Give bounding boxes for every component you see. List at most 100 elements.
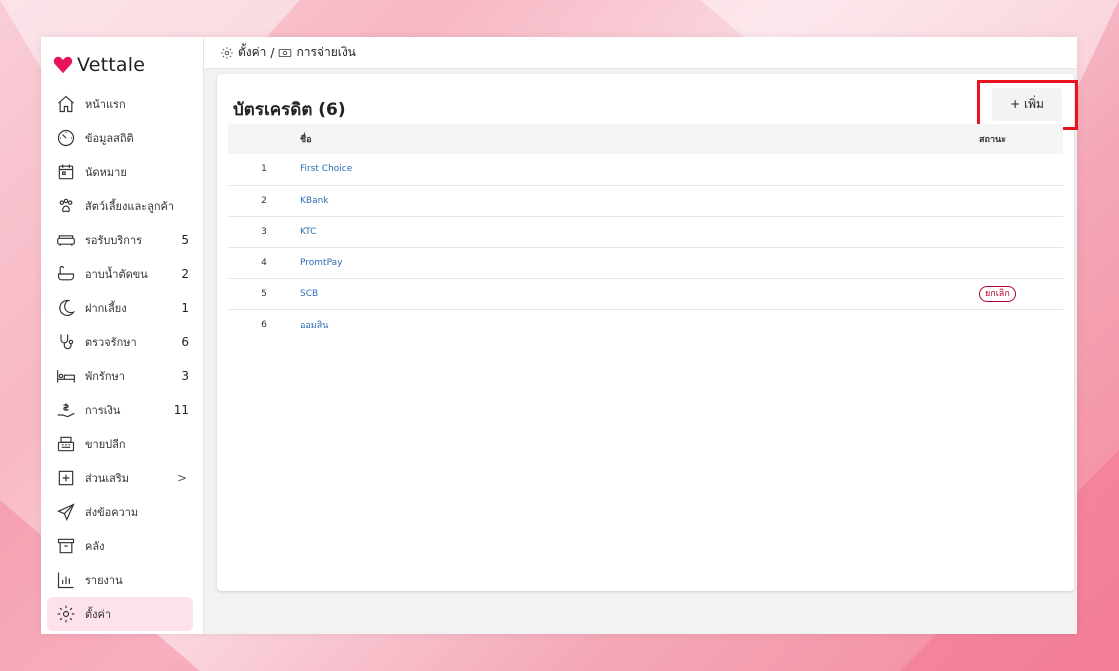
sidebar-item-label: ฝากเลี้ยง bbox=[85, 302, 127, 315]
credit-card-table: ชื่อ สถานะ 1 First Choice 2 KBank 3 KTC 4 Promt… bbox=[228, 124, 1063, 340]
moon-icon bbox=[55, 297, 77, 319]
sidebar-item-plus-square[interactable]: ส่วนเสริม > bbox=[41, 461, 203, 495]
sidebar-item-label: ตั้งค่า bbox=[85, 608, 112, 621]
sidebar-item-label: สัตว์เลี้ยงและลูกค้า bbox=[85, 200, 175, 213]
sidebar-item-count: 3 bbox=[181, 369, 189, 383]
app-name: Vettale bbox=[77, 54, 146, 76]
sidebar-item-money-hand[interactable]: การเงิน 11 bbox=[41, 393, 203, 427]
status-badge: ยกเลิก bbox=[979, 285, 1016, 302]
row-name-link[interactable]: PromtPay bbox=[300, 247, 979, 278]
paper-plane-icon bbox=[55, 501, 77, 523]
sidebar-item-label: รอรับบริการ bbox=[85, 234, 143, 247]
sidebar-item-label: นัดหมาย bbox=[85, 166, 127, 179]
cash-register-icon bbox=[55, 433, 77, 455]
paw-icon bbox=[55, 195, 77, 217]
sidebar-item-count: 5 bbox=[181, 233, 189, 247]
column-header-name: ชื่อ bbox=[300, 135, 312, 145]
sidebar-item-sofa[interactable]: รอรับบริการ 5 bbox=[41, 223, 203, 257]
page-title: บัตรเครดิต (6) bbox=[233, 100, 346, 120]
credit-card-panel: บัตรเครดิต (6) + เพิ่ม ชื่อ สถานะ 1 First… bbox=[217, 74, 1078, 591]
row-status bbox=[979, 216, 1063, 247]
row-status bbox=[979, 247, 1063, 278]
gear-icon bbox=[55, 603, 77, 625]
row-status bbox=[979, 154, 1063, 185]
main-content: ตั้งค่า / การจ่ายเงิน บัตรเครดิต (6) + เ… bbox=[204, 37, 1078, 634]
row-name-link[interactable]: KBank bbox=[300, 185, 979, 216]
row-index: 5 bbox=[261, 288, 267, 299]
breadcrumb-separator: / bbox=[270, 45, 275, 60]
archive-box-icon bbox=[55, 535, 77, 557]
sidebar-item-label: ตรวจรักษา bbox=[85, 336, 137, 349]
dashboard-gauge-icon bbox=[55, 127, 77, 149]
breadcrumb-settings[interactable]: ตั้งค่า bbox=[238, 43, 266, 62]
breadcrumb: ตั้งค่า / การจ่ายเงิน bbox=[204, 37, 1077, 69]
sidebar-item-bar-chart[interactable]: รายงาน bbox=[41, 563, 203, 597]
bathtub-icon bbox=[55, 263, 77, 285]
row-name-link[interactable]: SCB bbox=[300, 278, 979, 309]
row-name-link[interactable]: KTC bbox=[300, 216, 979, 247]
sidebar-item-cash-register[interactable]: ขายปลีก bbox=[41, 427, 203, 461]
sidebar-item-calendar[interactable]: นัดหมาย bbox=[41, 155, 203, 189]
sidebar-item-label: ขายปลีก bbox=[85, 438, 126, 451]
money-hand-icon bbox=[55, 399, 77, 421]
row-status bbox=[979, 185, 1063, 216]
column-header-index bbox=[228, 124, 300, 154]
logo[interactable]: Vettale bbox=[41, 37, 203, 87]
gear-icon bbox=[221, 46, 233, 59]
sofa-icon bbox=[55, 229, 77, 251]
sidebar-item-stethoscope[interactable]: ตรวจรักษา 6 bbox=[41, 325, 203, 359]
table-row[interactable]: 1 First Choice bbox=[228, 154, 1063, 185]
sidebar-item-paper-plane[interactable]: ส่งข้อความ bbox=[41, 495, 203, 529]
sidebar-nav: หน้าแรกข้อมูลสถิตินัดหมายสัตว์เลี้ยงและล… bbox=[41, 87, 203, 631]
sidebar-item-bed[interactable]: พักรักษา 3 bbox=[41, 359, 203, 393]
calendar-icon bbox=[55, 161, 77, 183]
row-name-link[interactable]: First Choice bbox=[300, 154, 979, 185]
sidebar-item-label: ส่งข้อความ bbox=[85, 506, 139, 519]
sidebar-item-archive-box[interactable]: คลัง bbox=[41, 529, 203, 563]
sidebar-item-label: รายงาน bbox=[85, 574, 123, 587]
table-row[interactable]: 3 KTC bbox=[228, 216, 1063, 247]
row-status bbox=[979, 309, 1063, 340]
sidebar-item-count: 1 bbox=[181, 301, 189, 315]
sidebar-item-label: ข้อมูลสถิติ bbox=[85, 132, 134, 145]
row-index: 2 bbox=[261, 195, 267, 206]
sidebar: Vettale หน้าแรกข้อมูลสถิตินัดหมายสัตว์เล… bbox=[41, 37, 204, 634]
sidebar-item-bathtub[interactable]: อาบน้ำตัดขน 2 bbox=[41, 257, 203, 291]
bar-chart-icon bbox=[55, 569, 77, 591]
sidebar-item-label: ส่วนเสริม bbox=[85, 472, 130, 485]
banknote-icon bbox=[279, 48, 292, 57]
row-index: 4 bbox=[261, 257, 267, 268]
sidebar-item-label: คลัง bbox=[85, 540, 105, 553]
table-row[interactable]: 4 PromtPay bbox=[228, 247, 1063, 278]
table-header-row: ชื่อ สถานะ bbox=[228, 124, 1063, 154]
table-row[interactable]: 2 KBank bbox=[228, 185, 1063, 216]
row-index: 3 bbox=[261, 226, 267, 237]
sidebar-item-count: 11 bbox=[173, 403, 189, 417]
breadcrumb-payment: การจ่ายเงิน bbox=[296, 45, 356, 59]
sidebar-item-gear[interactable]: ตั้งค่า bbox=[47, 597, 193, 631]
column-header-status: สถานะ bbox=[979, 135, 1006, 145]
sidebar-item-home[interactable]: หน้าแรก bbox=[41, 87, 203, 121]
table-row[interactable]: 5 SCB ยกเลิก bbox=[228, 278, 1063, 309]
sidebar-item-dashboard-gauge[interactable]: ข้อมูลสถิติ bbox=[41, 121, 203, 155]
app-window: Vettale หน้าแรกข้อมูลสถิตินัดหมายสัตว์เล… bbox=[41, 37, 1078, 634]
bed-icon bbox=[55, 365, 77, 387]
row-index: 1 bbox=[261, 164, 267, 175]
plus-square-icon bbox=[55, 467, 77, 489]
sidebar-item-paw[interactable]: สัตว์เลี้ยงและลูกค้า bbox=[41, 189, 203, 223]
chevron-right-icon: > bbox=[176, 471, 187, 485]
row-name-link[interactable]: ออมสิน bbox=[300, 309, 979, 340]
sidebar-item-label: หน้าแรก bbox=[85, 98, 126, 111]
sidebar-item-label: อาบน้ำตัดขน bbox=[85, 268, 148, 281]
table-row[interactable]: 6 ออมสิน bbox=[228, 309, 1063, 340]
home-icon bbox=[55, 93, 77, 115]
sidebar-item-count: 6 bbox=[181, 335, 189, 349]
heart-logo-icon bbox=[53, 56, 73, 74]
row-index: 6 bbox=[261, 319, 267, 330]
sidebar-item-moon[interactable]: ฝากเลี้ยง 1 bbox=[41, 291, 203, 325]
sidebar-item-label: การเงิน bbox=[85, 404, 121, 417]
sidebar-item-count: 2 bbox=[181, 267, 189, 281]
row-status: ยกเลิก bbox=[979, 278, 1063, 309]
add-button[interactable]: + เพิ่ม bbox=[992, 88, 1062, 121]
stethoscope-icon bbox=[55, 331, 77, 353]
